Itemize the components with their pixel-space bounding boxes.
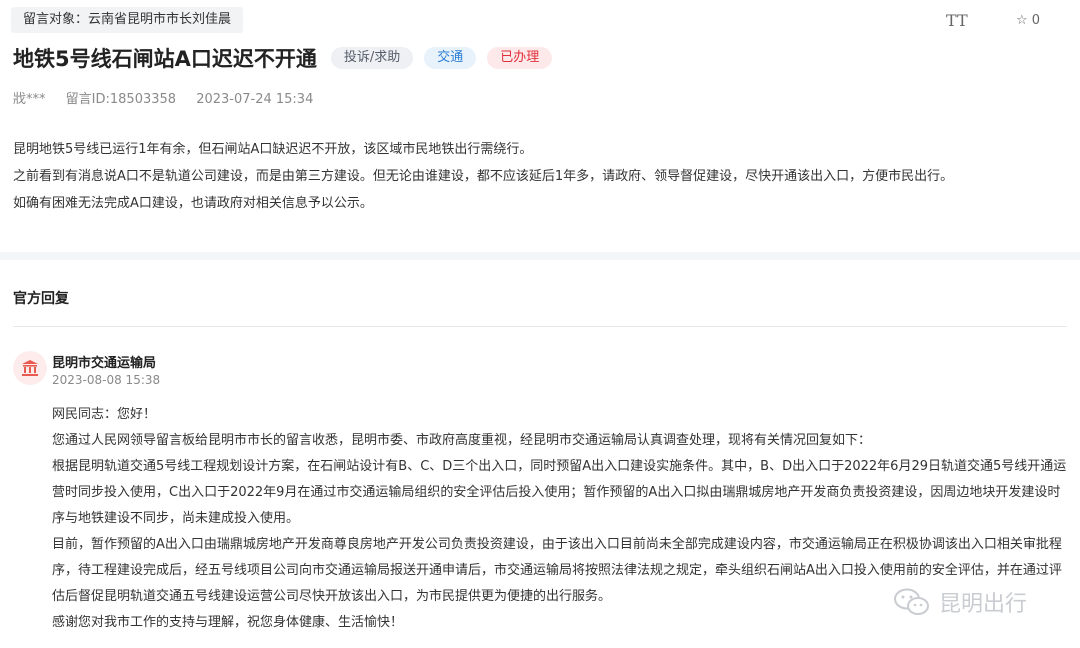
font-size-icon: TT — [946, 11, 968, 30]
message-body: 昆明地铁5号线已运行1年有余，但石闸站A口缺迟迟不开放，该区域市民地铁出行需绕行… — [13, 136, 1063, 217]
reply-datetime: 2023-08-08 15:38 — [52, 373, 161, 387]
reply-org-name: 昆明市交通运输局 — [52, 356, 157, 371]
message-paragraph: 如确有困难无法完成A口建设，也请政府对相关信息予以公示。 — [13, 196, 373, 211]
message-datetime: 2023-07-24 15:34 — [196, 92, 314, 107]
star-icon: ☆ — [1016, 13, 1028, 28]
category-tag: 投诉/求助 — [330, 47, 414, 69]
reply-paragraph: 网民同志：您好！ — [52, 407, 157, 422]
message-title: 地铁5号线石闸站A口迟迟不开通 — [13, 47, 317, 71]
message-id: 留言ID:18503358 — [65, 92, 177, 107]
section-divider — [0, 252, 1080, 260]
message-meta: 戕*** 留言ID:18503358 2023-07-24 15:34 — [13, 88, 329, 107]
field-tag: 交通 — [424, 47, 477, 69]
message-paragraph: 昆明地铁5号线已运行1年有余，但石闸站A口缺迟迟不开放，该区域市民地铁出行需绕行… — [13, 142, 533, 157]
government-building-icon — [13, 351, 47, 385]
status-badge: 已办理 — [487, 47, 553, 69]
favorite-count: 0 — [1031, 13, 1041, 28]
watermark-text: 昆明出行 — [939, 592, 1028, 617]
message-paragraph: 之前看到有消息说A口不是轨道公司建设，而是由第三方建设。但无论由谁建设，都不应该… — [13, 169, 954, 184]
message-target-label: 留言对象：云南省昆明市市长刘佳晨 — [11, 7, 244, 33]
watermark: 昆明出行 — [893, 586, 1027, 618]
favorite-button[interactable]: ☆ 0 — [1016, 13, 1040, 28]
title-row: 地铁5号线石闸站A口迟迟不开通 投诉/求助 交通 已办理 — [13, 42, 563, 74]
wechat-icon — [894, 588, 929, 615]
reply-paragraph: 您通过人民网领导留言板给昆明市市长的留言收悉，昆明市委、市政府高度重视，经昆明市… — [52, 433, 872, 448]
author-name: 戕*** — [13, 92, 46, 107]
reply-heading: 官方回复 — [13, 291, 69, 307]
reply-divider — [13, 326, 1067, 327]
reply-paragraph: 根据昆明轨道交通5号线工程规划设计方案，在石闸站设计有B、C、D三个出入口，同时… — [52, 459, 1067, 526]
font-size-button[interactable]: TT — [946, 11, 968, 30]
